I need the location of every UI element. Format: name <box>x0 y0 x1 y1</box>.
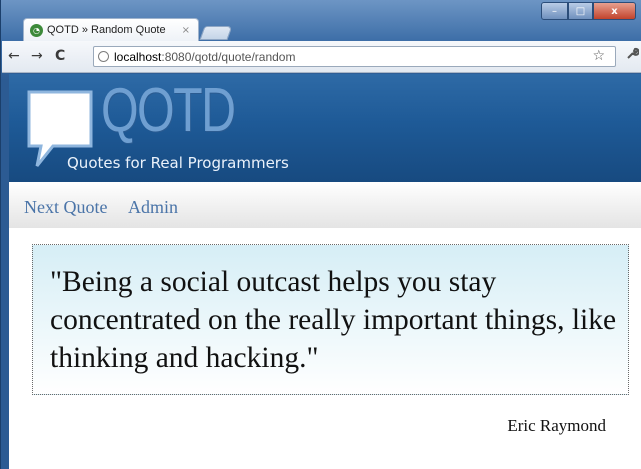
quote-author: Eric Raymond <box>507 416 606 435</box>
address-bar[interactable]: localhost:8080/qotd/quote/random ☆ <box>93 46 616 67</box>
reload-icon[interactable]: C <box>55 48 65 64</box>
favicon-icon: ◔ <box>30 23 43 37</box>
browser-tab[interactable]: ◔ QOTD » Random Quote × <box>23 18 199 41</box>
new-tab-button[interactable] <box>199 26 233 40</box>
tab-close-icon[interactable]: × <box>182 25 190 36</box>
wrench-icon <box>627 47 640 59</box>
window-controls: – □ x <box>541 2 636 20</box>
maximize-button[interactable]: □ <box>568 2 593 20</box>
site-header: QOTD Quotes for Real Programmers <box>9 74 641 182</box>
url-path: :8080/qotd/quote/random <box>161 49 296 64</box>
browser-toolbar: ← → C localhost:8080/qotd/quote/random ☆ <box>2 41 641 73</box>
page-info-icon[interactable] <box>98 51 109 62</box>
site-nav: Next Quote Admin <box>9 182 641 228</box>
quote-box: "Being a social outcast helps you stay c… <box>32 244 629 395</box>
browser-window: ◔ QOTD » Random Quote × – □ x ← → C loca… <box>0 0 641 469</box>
page-viewport: QOTD Quotes for Real Programmers Next Qu… <box>9 74 641 469</box>
bookmark-star-icon[interactable]: ☆ <box>592 48 605 64</box>
minimize-button[interactable]: – <box>541 2 568 20</box>
tab-title: QOTD » Random Quote <box>47 24 166 36</box>
logo-text: QOTD <box>101 76 236 145</box>
close-window-button[interactable]: x <box>593 2 636 20</box>
url-host: localhost <box>114 49 162 64</box>
next-quote-link[interactable]: Next Quote <box>24 197 107 218</box>
forward-arrow-icon[interactable]: → <box>31 48 43 64</box>
admin-link[interactable]: Admin <box>128 197 178 218</box>
quote-text: "Being a social outcast helps you stay c… <box>50 266 617 374</box>
wrench-menu-icon[interactable] <box>626 47 640 64</box>
site-tagline: Quotes for Real Programmers <box>67 154 289 172</box>
url-text: localhost:8080/qotd/quote/random <box>114 50 295 64</box>
back-arrow-icon[interactable]: ← <box>8 48 20 64</box>
